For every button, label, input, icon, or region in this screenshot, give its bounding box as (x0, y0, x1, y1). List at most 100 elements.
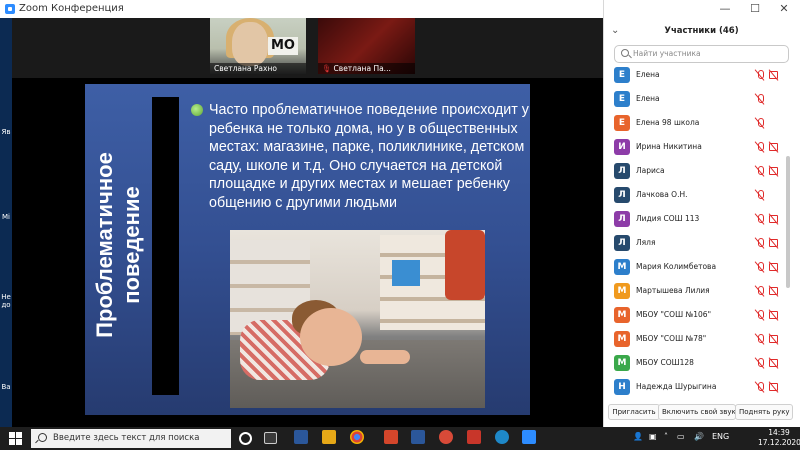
camera-off-icon (769, 238, 779, 247)
search-icon (621, 49, 629, 57)
avatar: Е (614, 67, 630, 83)
window-title: Zoom Конференция (19, 3, 124, 14)
camera-off-icon (769, 286, 779, 295)
close-button[interactable]: ✕ (769, 2, 799, 15)
tray-battery-icon[interactable]: ▭ (677, 432, 685, 441)
participants-list: Е Елена Е Елена Е Елена 98 школа И Ирина Никити… (603, 64, 793, 399)
mic-muted-icon (755, 165, 765, 177)
photo-toy (445, 230, 485, 300)
mic-muted-icon (755, 261, 765, 273)
unmute-button[interactable]: Включить свой звук (658, 404, 736, 420)
participant-face (232, 22, 268, 66)
participant-name: Елена (636, 70, 660, 79)
camera-off-icon (769, 70, 779, 79)
edge-icon[interactable] (495, 430, 509, 444)
mic-muted-icon (755, 333, 765, 345)
zoom-taskbar-icon[interactable] (522, 430, 536, 444)
video-overlay-text: МО (268, 37, 298, 55)
participant-name: Мария Колимбетова (636, 262, 717, 271)
participant-row[interactable]: Е Елена (603, 88, 793, 111)
participant-name: Лачкова О.Н. (636, 190, 688, 199)
camera-off-icon (769, 166, 779, 175)
participant-row[interactable]: Л Лидия СОШ 113 (603, 208, 793, 231)
camera-off-icon (769, 358, 779, 367)
word-icon[interactable] (411, 430, 425, 444)
participant-row[interactable]: М Мария Колимбетова (603, 256, 793, 279)
slide-bullet-text: Часто проблематичное поведение происходи… (209, 102, 529, 211)
desktop-label: Не до (1, 293, 11, 309)
camera-off-icon (769, 334, 779, 343)
participant-row[interactable]: Е Елена 98 школа (603, 112, 793, 135)
file-explorer-icon[interactable] (322, 430, 336, 444)
participant-video-name: 🎙 Светлана Па... (318, 63, 415, 74)
mic-muted-icon (755, 189, 765, 201)
slide-vertical-title: Проблематичное поведение (86, 96, 150, 394)
avatar: Л (614, 211, 630, 227)
chrome-icon[interactable] (350, 430, 364, 444)
participant-row[interactable]: Е Елена (603, 64, 793, 87)
mic-muted-icon (755, 285, 765, 297)
participant-name: МБОУ СОШ128 (636, 358, 694, 367)
app-icon[interactable] (439, 430, 453, 444)
clock-date: 17.12.2020 (758, 438, 800, 447)
tray-app-icon[interactable]: ▣ (649, 432, 657, 441)
avatar: М (614, 307, 630, 323)
participant-row[interactable]: М Мартышева Лилия (603, 280, 793, 303)
participant-row[interactable]: И Ирина Никитина (603, 136, 793, 159)
participant-video-name-text: Светлана Рахно (214, 64, 277, 73)
language-indicator[interactable]: ENG (712, 432, 729, 441)
mic-muted-icon (755, 69, 765, 81)
participant-name: Елена 98 школа (636, 118, 700, 127)
participant-row[interactable]: Л Лачкова О.Н. (603, 184, 793, 207)
participant-row[interactable]: Н Надежда Шурыгина (603, 376, 793, 399)
participant-row[interactable]: Л Лариса (603, 160, 793, 183)
participant-row[interactable]: Л Ляля (603, 232, 793, 255)
participant-name: Лариса (636, 166, 665, 175)
zoom-logo-icon (5, 4, 15, 14)
participant-video-1[interactable]: МО Светлана Рахно (210, 18, 306, 74)
word-doc-icon[interactable] (294, 430, 308, 444)
participant-row[interactable]: М МБОУ "СОШ №78" (603, 328, 793, 351)
search-icon (38, 433, 47, 442)
invite-button[interactable]: Пригласить (608, 404, 660, 420)
mic-muted-icon: 🎙 (322, 64, 332, 73)
participants-title: Участники (46) (664, 26, 739, 36)
taskbar-search[interactable]: Введите здесь текст для поиска (31, 429, 231, 448)
participant-search-input[interactable] (633, 47, 783, 60)
tray-volume-icon[interactable]: 🔊 (694, 432, 704, 441)
tray-chevron-icon[interactable]: ˄ (664, 432, 668, 441)
avatar: Л (614, 187, 630, 203)
participant-name: Надежда Шурыгина (636, 382, 717, 391)
minimize-button[interactable]: — (710, 2, 740, 15)
desktop-label: Яв (1, 128, 11, 136)
window-controls: — ☐ ✕ (603, 0, 800, 18)
slide-dark-bar (152, 97, 179, 395)
raise-hand-button[interactable]: Поднять руку (735, 404, 793, 420)
maximize-button[interactable]: ☐ (740, 2, 770, 15)
participants-footer: Пригласить Включить свой звук Поднять ру… (603, 402, 800, 420)
avatar: Е (614, 115, 630, 131)
mic-muted-icon (755, 93, 765, 105)
window-titlebar: Zoom Конференция (0, 0, 603, 19)
desktop-label: Ва (1, 383, 11, 391)
tray-person-icon[interactable]: 👤 (633, 432, 643, 441)
participant-row[interactable]: М МБОУ "СОШ №106" (603, 304, 793, 327)
camera-off-icon (769, 382, 779, 391)
task-view-icon[interactable] (264, 432, 277, 444)
cortana-icon[interactable] (239, 432, 252, 445)
windows-start-icon[interactable] (9, 432, 22, 445)
app-icon[interactable] (384, 430, 398, 444)
participant-video-name: Светлана Рахно (210, 63, 306, 74)
participant-video-2[interactable]: 🎙 Светлана Па... (318, 18, 415, 74)
participant-name: МБОУ "СОШ №106" (636, 310, 712, 319)
app-icon[interactable] (467, 430, 481, 444)
participants-header: ⌄ Участники (46) (603, 22, 800, 42)
participant-row[interactable]: М МБОУ СОШ128 (603, 352, 793, 375)
participant-search[interactable] (614, 45, 789, 63)
participant-name: Елена (636, 94, 660, 103)
participants-scrollbar[interactable] (786, 156, 790, 288)
mic-muted-icon (755, 213, 765, 225)
camera-off-icon (769, 310, 779, 319)
desktop-edge-strip: Яв Mi Не до Ва (0, 18, 12, 427)
taskbar-clock[interactable]: 14:39 17.12.2020 (758, 428, 800, 448)
